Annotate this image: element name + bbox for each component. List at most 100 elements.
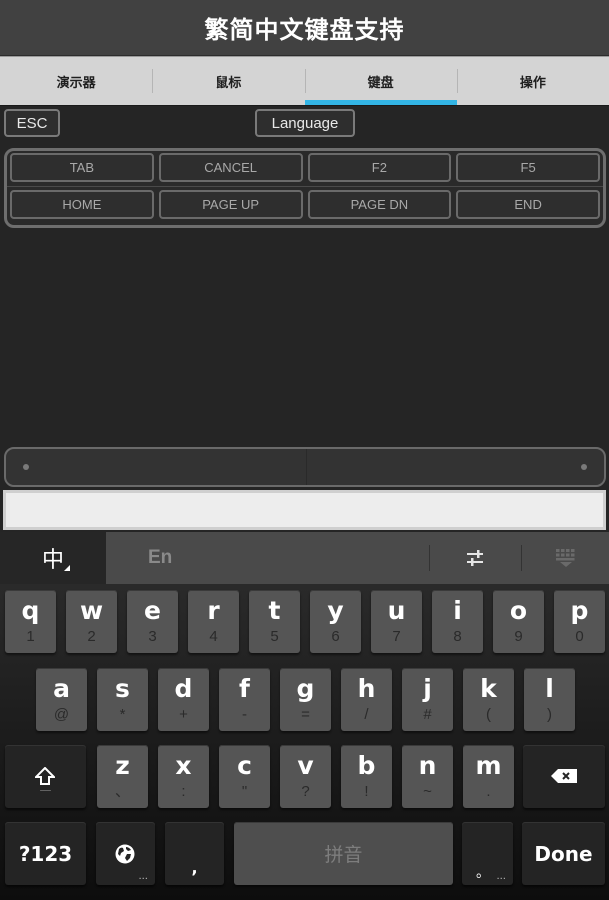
- space-key-label: 拼音: [324, 844, 363, 866]
- key-k[interactable]: k(: [463, 668, 514, 731]
- text-input-field[interactable]: [3, 490, 606, 530]
- ime-separator: [521, 545, 522, 571]
- chinese-mode-button[interactable]: 中: [0, 532, 106, 584]
- f2-key-button[interactable]: F2: [307, 153, 452, 182]
- hide-keyboard-button[interactable]: [536, 532, 596, 584]
- sliders-icon: [467, 550, 483, 566]
- key-sub-label: ": [241, 783, 248, 800]
- key-i[interactable]: i8: [432, 590, 483, 653]
- key-w[interactable]: w2: [66, 590, 117, 653]
- key-main-label: a: [53, 674, 70, 703]
- key-x[interactable]: x:: [158, 745, 209, 808]
- key-m[interactable]: m.: [463, 745, 514, 808]
- tab-key-button[interactable]: TAB: [10, 153, 154, 182]
- ime-settings-button[interactable]: [445, 532, 505, 584]
- comma-key-label: ,: [191, 858, 198, 877]
- language-button[interactable]: Language: [255, 109, 355, 137]
- key-main-label: n: [418, 751, 437, 780]
- key-t[interactable]: t5: [249, 590, 300, 653]
- globe-more-indicator: ...: [138, 871, 148, 882]
- chinese-mode-label: 中: [41, 548, 64, 573]
- comma-key[interactable]: ,: [165, 822, 224, 885]
- backspace-icon: [551, 769, 577, 783]
- page-up-key-button[interactable]: PAGE UP: [158, 190, 303, 219]
- end-key-button[interactable]: END: [456, 190, 600, 219]
- key-y[interactable]: y6: [310, 590, 361, 653]
- key-main-label: f: [239, 674, 250, 703]
- key-sub-label: !: [364, 783, 369, 800]
- key-q[interactable]: q1: [5, 590, 56, 653]
- key-sub-label: .: [486, 783, 491, 800]
- page-down-key-button[interactable]: PAGE DN: [307, 190, 452, 219]
- key-sub-label: 3: [148, 628, 157, 645]
- language-globe-key[interactable]: ...: [96, 822, 155, 885]
- key-main-label: j: [423, 674, 432, 703]
- key-sub-label: 6: [331, 628, 340, 645]
- key-sub-label: ): [547, 706, 552, 723]
- key-main-label: r: [207, 596, 220, 625]
- shift-key[interactable]: —: [5, 745, 86, 808]
- key-j[interactable]: j #: [402, 668, 453, 731]
- key-main-label: z: [115, 751, 130, 780]
- key-n[interactable]: n ~: [402, 745, 453, 808]
- symbols-key[interactable]: ?123: [5, 822, 86, 885]
- key-sub-label: =: [301, 706, 310, 723]
- key-sub-label: 7: [392, 628, 401, 645]
- key-sub-label: 4: [209, 628, 218, 645]
- key-z[interactable]: z、: [97, 745, 148, 808]
- tab-presenter[interactable]: 演示器: [0, 57, 152, 105]
- tab-bar: 演示器 鼠标 键盘 操作: [0, 56, 609, 106]
- done-key[interactable]: Done: [522, 822, 605, 885]
- key-u[interactable]: u7: [371, 590, 422, 653]
- esc-button[interactable]: ESC: [4, 109, 60, 137]
- key-main-label: x: [175, 751, 192, 780]
- key-e[interactable]: e3: [127, 590, 178, 653]
- key-main-label: g: [296, 674, 315, 703]
- key-sub-label: 8: [453, 628, 462, 645]
- scroll-touch-bar[interactable]: [4, 447, 606, 487]
- key-c[interactable]: c ": [219, 745, 270, 808]
- tab-label: 操作: [519, 75, 546, 91]
- key-l[interactable]: l): [524, 668, 575, 731]
- key-sub-label: +: [179, 706, 188, 723]
- touch-bar-divider: [306, 449, 307, 485]
- key-v[interactable]: v?: [280, 745, 331, 808]
- key-b[interactable]: b!: [341, 745, 392, 808]
- key-a[interactable]: a @: [36, 668, 87, 731]
- key-main-label: t: [268, 596, 281, 625]
- f5-key-button[interactable]: F5: [456, 153, 600, 182]
- function-keys-row-1: TAB CANCEL F2 F5: [10, 153, 600, 182]
- space-key[interactable]: 拼音: [234, 822, 453, 885]
- key-d[interactable]: d +: [158, 668, 209, 731]
- ime-separator: [429, 545, 430, 571]
- tab-mouse[interactable]: 鼠标: [152, 57, 304, 105]
- key-r[interactable]: r4: [188, 590, 239, 653]
- key-p[interactable]: p0: [554, 590, 605, 653]
- soft-keyboard: q1 w2 e3 r4 t5 y6 u7 i8 o9 p0 a @ s * d + f…: [0, 584, 609, 900]
- app-title: 繁简中文键盘支持: [204, 16, 405, 44]
- key-main-label: q: [21, 596, 40, 625]
- tab-operation[interactable]: 操作: [456, 57, 609, 105]
- key-h[interactable]: h /: [341, 668, 392, 731]
- period-more-indicator: ...: [496, 871, 506, 882]
- tab-keyboard[interactable]: 键盘: [304, 57, 458, 105]
- key-sub-label: -: [242, 706, 247, 723]
- period-key[interactable]: 。 ...: [462, 822, 513, 885]
- cancel-key-button[interactable]: CANCEL: [158, 153, 303, 182]
- key-sub-label: 、: [114, 783, 130, 800]
- key-g[interactable]: g =: [280, 668, 331, 731]
- globe-icon: [115, 844, 135, 864]
- key-main-label: w: [79, 596, 104, 625]
- backspace-key[interactable]: [523, 745, 605, 808]
- english-mode-button[interactable]: En: [148, 532, 172, 584]
- home-key-button[interactable]: HOME: [10, 190, 154, 219]
- left-dot-indicator: [23, 464, 29, 470]
- key-main-label: u: [387, 596, 406, 625]
- key-f[interactable]: f-: [219, 668, 270, 731]
- key-sub-label: *: [119, 706, 126, 723]
- key-s[interactable]: s *: [97, 668, 148, 731]
- key-sub-label: #: [423, 706, 432, 723]
- key-sub-label: ?: [301, 783, 310, 800]
- key-o[interactable]: o9: [493, 590, 544, 653]
- key-sub-label: 1: [26, 628, 35, 645]
